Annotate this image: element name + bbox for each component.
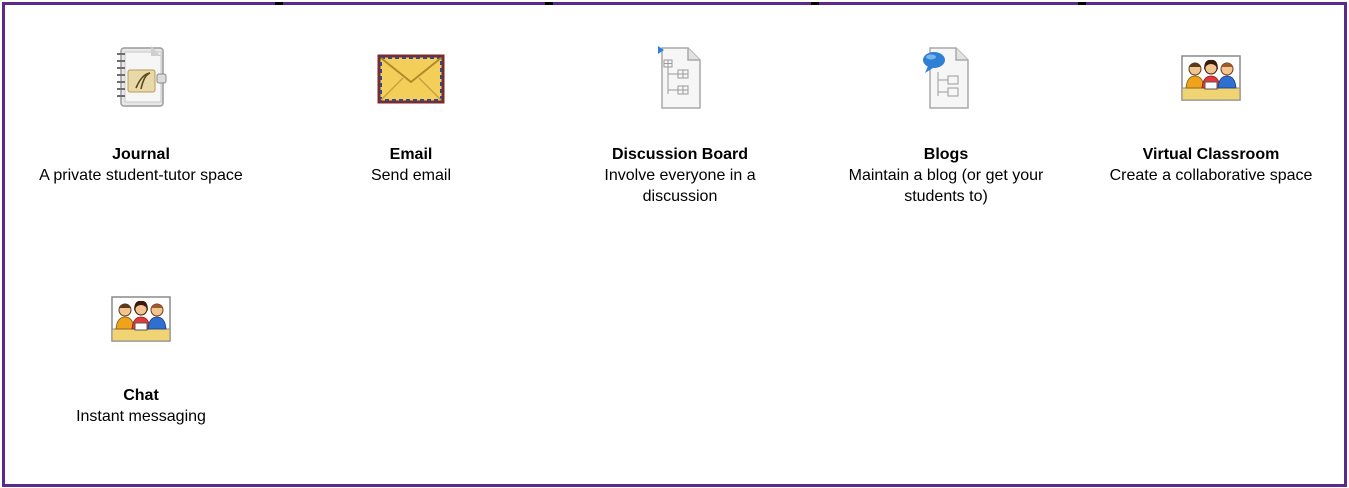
tool-title: Chat [123,387,159,404]
envelope-icon [377,54,445,104]
tool-chat[interactable]: Chat Instant messaging [11,283,271,427]
frame-tick [811,2,819,5]
tool-description: Involve everyone in a discussion [604,167,756,205]
tool-description: Maintain a blog (or get your students to… [848,167,1044,205]
tool-blogs[interactable]: Blogs Maintain a blog (or get your stude… [816,42,1076,207]
tool-journal[interactable]: Journal A private student-tutor space [11,42,271,186]
blog-icon [923,47,969,109]
chat-icon [111,296,171,342]
tool-title: Email [389,146,433,163]
tool-email[interactable]: Email Send email [281,42,541,186]
tool-virtual-classroom[interactable]: Virtual Classroom Create a collaborative… [1081,42,1341,186]
tool-description: Instant messaging [76,408,206,425]
discussion-board-icon [658,46,701,109]
frame-tick [275,2,283,5]
tool-description: Create a collaborative space [1109,167,1313,184]
tool-title: Journal [112,146,170,163]
tool-title: Virtual Classroom [1142,146,1280,163]
tool-title: Blogs [923,146,969,163]
tool-description: A private student-tutor space [39,167,243,184]
tool-discussion-board[interactable]: Discussion Board Involve everyone in a d… [550,42,810,207]
frame-tick [1078,2,1086,5]
tools-panel: Journal A private student-tutor space Em… [2,2,1347,487]
tool-description: Send email [370,167,452,184]
tool-title: Discussion Board [611,146,749,163]
journal-icon [117,46,167,107]
frame-tick [545,2,553,5]
classroom-icon [1181,55,1241,101]
